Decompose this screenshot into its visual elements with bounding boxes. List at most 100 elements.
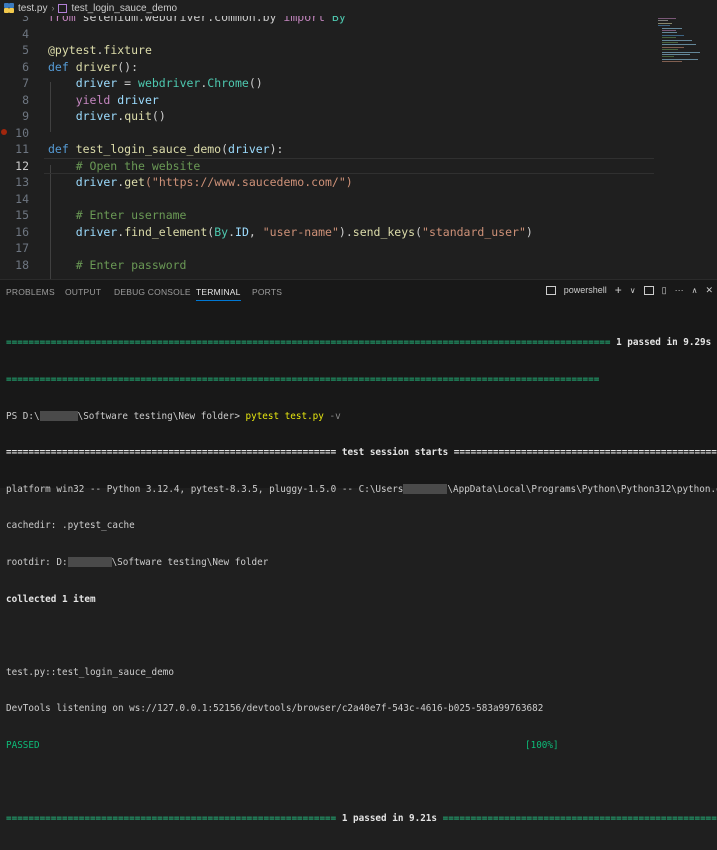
chevron-right-icon: ›	[51, 3, 55, 13]
line-number: 7	[22, 76, 29, 90]
code-token: .	[228, 224, 236, 239]
tab-problems[interactable]: PROBLEMS	[6, 287, 55, 297]
minimap-line	[662, 56, 674, 58]
line-number: 10	[15, 125, 29, 140]
code-line[interactable]: 12 # Open the website	[0, 157, 654, 174]
line-number: 13	[15, 175, 29, 189]
code-line[interactable]: 9 driver.quit()	[0, 108, 650, 125]
line-number: 12	[15, 158, 29, 173]
terminal-line: DevTools listening on ws://127.0.0.1:521…	[6, 703, 544, 715]
code-token: driver	[228, 142, 270, 156]
line-number: 4	[22, 26, 29, 41]
code-token: driver	[48, 175, 118, 189]
code-text: driver = webdriver.Chrome()	[48, 75, 263, 92]
trash-icon[interactable]: ▯	[662, 285, 667, 296]
code-line[interactable]: 6 def driver():	[0, 59, 650, 76]
line-number: 6	[22, 59, 29, 74]
code-token: get	[124, 175, 145, 189]
terminal-line: platform win32 -- Python 3.12.4, pytest-…	[6, 483, 717, 495]
code-line[interactable]: 18 # Enter password	[0, 257, 650, 274]
terminal-prompt: PS D:\ \Software testing\New folder> pyte…	[6, 410, 341, 422]
code-line[interactable]: 15 # Enter username	[0, 207, 650, 224]
code-token: fixture	[103, 43, 152, 57]
code-token: )	[525, 224, 533, 239]
minimap-line	[662, 46, 684, 48]
minimap-line	[658, 20, 668, 22]
code-line[interactable]: 16 driver.find_element(By.ID, "user-name…	[0, 224, 650, 241]
code-token: driver	[48, 224, 118, 239]
terminal-line: ========================================…	[6, 447, 717, 459]
code-line[interactable]: 3 from selenium.webdriver.common.by impor…	[0, 16, 650, 26]
minimap-line	[658, 22, 672, 24]
code-line[interactable]: 5 @pytest.fixture	[0, 42, 650, 59]
line-number: 9	[22, 109, 29, 123]
minimap-line	[658, 25, 670, 27]
code-line[interactable]: 10	[0, 125, 650, 142]
code-token: ()	[151, 109, 166, 123]
minimap-line	[662, 32, 677, 34]
code-token: test_login_sauce_demo	[75, 142, 222, 156]
terminal-line: rootdir: D: \Software testing\New folder	[6, 556, 269, 568]
tab-debug-console[interactable]: DEBUG CONSOLE	[114, 287, 191, 297]
minimap-line	[662, 30, 676, 31]
code-text: driver.find_element(By.ID, "user-name").…	[48, 224, 533, 241]
code-token: driver	[48, 76, 118, 90]
terminal-line: ========================================…	[6, 374, 600, 385]
minimap-line	[662, 39, 692, 41]
code-token: ()	[248, 76, 263, 90]
breadcrumb-symbol[interactable]: test_login_sauce_demo	[71, 3, 177, 14]
minimap-line	[662, 44, 696, 46]
minimap-line	[662, 49, 678, 51]
code-line[interactable]: 11 def test_login_sauce_demo(driver):	[0, 141, 650, 158]
code-token: Chrome	[207, 76, 249, 90]
code-token: driver	[117, 92, 159, 107]
close-panel-button[interactable]: ✕	[705, 285, 713, 296]
code-text: @pytest.fixture	[48, 42, 152, 59]
python-file-icon	[4, 3, 14, 13]
tab-output[interactable]: OUTPUT	[65, 287, 101, 297]
line-number: 16	[15, 224, 29, 239]
breadcrumb-file[interactable]: test.py	[18, 3, 47, 14]
more-actions-button[interactable]: ···	[675, 285, 684, 295]
terminal-line: test.py::test_login_sauce_demo	[6, 666, 174, 678]
code-line[interactable]: 7 driver = webdriver.Chrome()	[0, 75, 650, 92]
minimap-line	[662, 54, 690, 55]
code-token: yield	[48, 92, 118, 107]
code-token: (	[221, 142, 229, 156]
line-number: 17	[15, 241, 29, 255]
split-terminal-icon[interactable]	[643, 285, 654, 295]
tab-terminal[interactable]: TERMINAL	[196, 287, 241, 301]
code-line[interactable]: 8 yield driver	[0, 92, 650, 109]
code-token: "standard_user"	[422, 224, 526, 239]
code-line[interactable]: 13 driver.get("https://www.saucedemo.com…	[0, 174, 650, 191]
code-editor[interactable]: 3 from selenium.webdriver.common.by impor…	[0, 16, 717, 279]
code-line[interactable]: 4	[0, 26, 650, 43]
tab-ports[interactable]: PORTS	[252, 287, 282, 297]
code-text: def driver():	[48, 59, 138, 76]
code-token: find_element	[124, 224, 208, 239]
breadcrumb: test.py › test_login_sauce_demo	[0, 0, 717, 16]
new-terminal-button[interactable]: +	[615, 283, 622, 297]
redacted-text	[39, 411, 78, 422]
code-token: send_keys	[352, 224, 416, 239]
terminal-toolbar: powershell + ∨ ▯ ··· ∧ ✕	[545, 283, 717, 297]
shell-name[interactable]: powershell	[564, 285, 607, 295]
code-token: ("	[144, 175, 159, 189]
chevron-down-icon[interactable]: ∨	[630, 286, 636, 295]
minimap-line	[662, 37, 676, 39]
terminal-line: ========================================…	[6, 337, 717, 349]
minimap[interactable]	[658, 16, 710, 66]
minimap-line	[662, 42, 678, 43]
terminal-output[interactable]: ========================================…	[6, 313, 717, 850]
code-token: (	[415, 224, 423, 239]
chevron-up-icon[interactable]: ∧	[692, 286, 698, 295]
code-token: ():	[117, 59, 139, 74]
code-line[interactable]: 14	[0, 191, 650, 208]
minimap-line	[662, 27, 682, 29]
code-token: # Enter username	[48, 208, 187, 222]
code-token: =	[117, 76, 139, 90]
code-line[interactable]: 17	[0, 240, 650, 257]
minimap-line	[662, 34, 684, 36]
code-token: "user-name"	[262, 224, 339, 239]
